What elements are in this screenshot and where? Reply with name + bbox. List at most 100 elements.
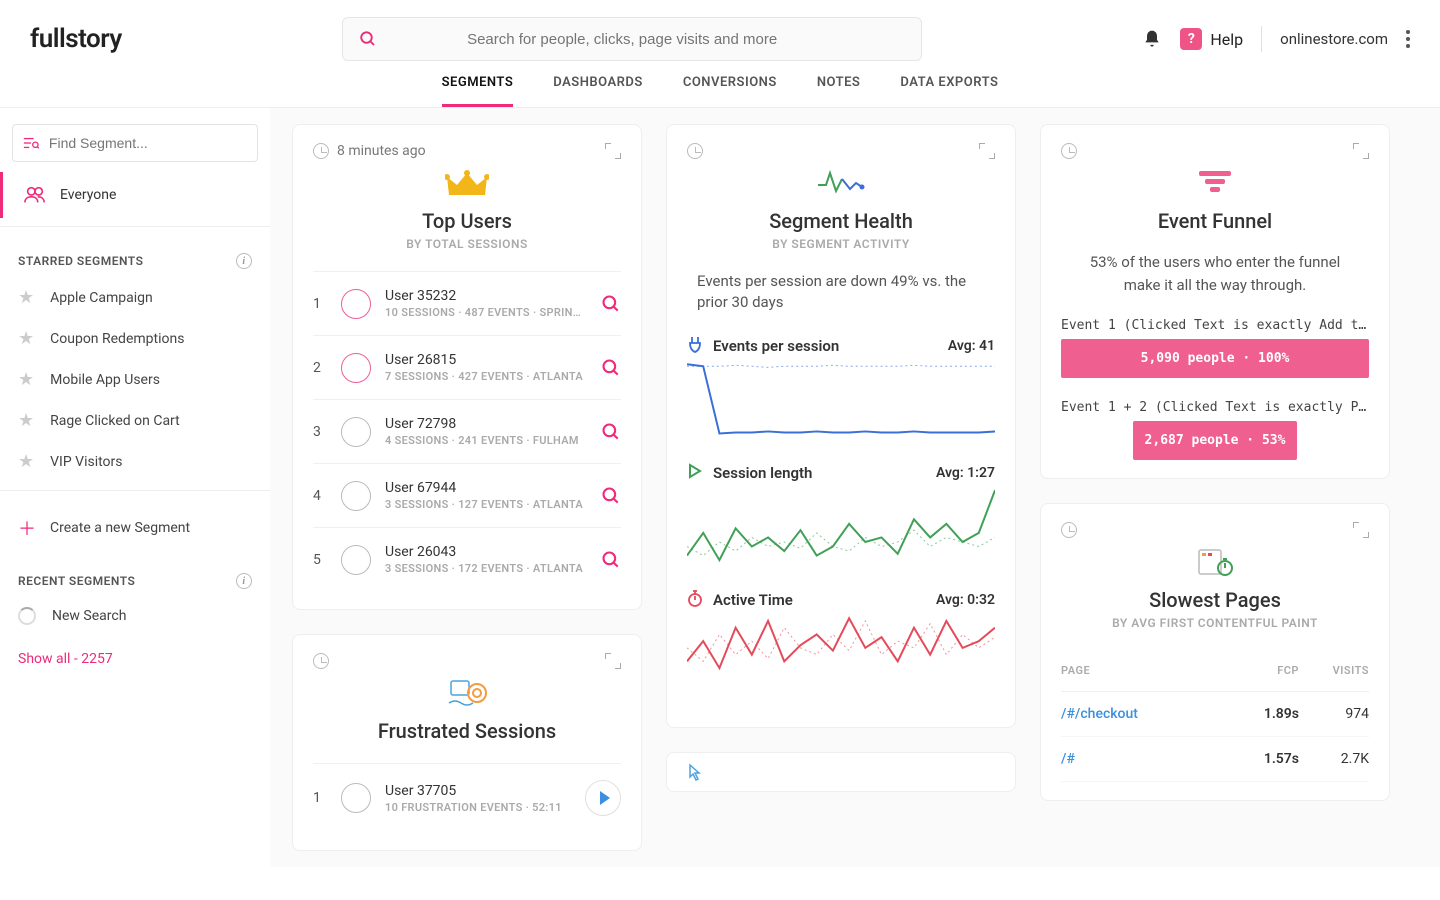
- search-icon[interactable]: [601, 550, 621, 570]
- user-row[interactable]: 1User 3523210 SESSIONS · 487 EVENTS · SP…: [313, 271, 621, 335]
- show-all-link[interactable]: Show all - 2257: [12, 635, 258, 683]
- rank: 2: [313, 360, 327, 376]
- user-row[interactable]: 2 User 26815 7 SESSIONS · 427 EVENTS · ATL…: [313, 335, 621, 399]
- find-segment-search[interactable]: [12, 124, 258, 162]
- create-segment-button[interactable]: ＋ Create a new Segment: [12, 501, 258, 555]
- metric-icon: [687, 589, 703, 611]
- rank: 5: [313, 552, 327, 568]
- search-icon: [359, 30, 377, 48]
- fcp-value: 1.57s: [1229, 751, 1299, 767]
- kebab-menu-icon[interactable]: [1406, 30, 1410, 48]
- help-icon[interactable]: ?: [1180, 28, 1202, 50]
- star-icon[interactable]: ★: [18, 451, 34, 472]
- crown-icon: [445, 169, 489, 201]
- slow-page-row[interactable]: /#/checkout1.89s974: [1061, 692, 1369, 737]
- sidebar-segment-item[interactable]: ★VIP Visitors: [12, 441, 258, 482]
- sidebar-recent-item[interactable]: New Search: [12, 597, 258, 635]
- sidebar: Everyone STARRED SEGMENTS i ★Apple Campa…: [0, 108, 270, 867]
- face-icon: [341, 417, 371, 447]
- card-title: Frustrated Sessions: [313, 719, 621, 743]
- nav-tabs: SEGMENTS DASHBOARDS CONVERSIONS NOTES DA…: [0, 64, 1440, 108]
- search-icon[interactable]: [601, 358, 621, 378]
- segment-label: Apple Campaign: [50, 290, 153, 306]
- rank: 1: [313, 296, 327, 312]
- page-link[interactable]: /#: [1061, 751, 1075, 767]
- expand-icon[interactable]: [605, 653, 621, 669]
- search-input[interactable]: [467, 31, 905, 48]
- page-timer-icon: [1195, 548, 1235, 578]
- user-meta: 10 SESSIONS · 487 EVENTS · SPRINGFIEL: [385, 306, 587, 319]
- star-icon[interactable]: ★: [18, 287, 34, 308]
- spinner-icon: [18, 607, 36, 625]
- sidebar-segment-item[interactable]: ★ Mobile App Users: [12, 359, 258, 400]
- clock-icon: [313, 653, 329, 669]
- user-meta: 10 FRUSTRATION EVENTS · 52:11: [385, 801, 571, 814]
- card-segment-health: Segment Health BY SEGMENT ACTIVITY Event…: [666, 124, 1016, 728]
- pulse-icon: [816, 169, 866, 195]
- sidebar-item-everyone[interactable]: Everyone: [0, 172, 258, 218]
- help-link[interactable]: Help: [1210, 30, 1243, 49]
- user-row[interactable]: 1User 3770510 FRUSTRATION EVENTS · 52:11: [313, 763, 621, 832]
- find-segment-input[interactable]: [49, 135, 247, 151]
- user-name: User 26815: [385, 352, 587, 368]
- tab-dashboards[interactable]: DASHBOARDS: [553, 64, 643, 107]
- funnel-step-bar[interactable]: 2,687 people · 53%: [1133, 421, 1296, 460]
- tab-conversions[interactable]: CONVERSIONS: [683, 64, 777, 107]
- user-row[interactable]: 3User 727984 SESSIONS · 241 EVENTS · FUL…: [313, 399, 621, 463]
- funnel-description: 53% of the users who enter the funnel ma…: [1061, 251, 1369, 296]
- clock-icon: [1061, 143, 1077, 159]
- funnel-step-bar[interactable]: 5,090 people · 100%: [1061, 339, 1369, 378]
- expand-icon[interactable]: [1353, 143, 1369, 159]
- search-icon[interactable]: [601, 486, 621, 506]
- tab-segments[interactable]: SEGMENTS: [442, 64, 514, 107]
- visits-value: 974: [1299, 706, 1369, 722]
- user-name: User 37705: [385, 783, 571, 799]
- clock-icon: [1061, 522, 1077, 538]
- card-title: Top Users: [313, 209, 621, 233]
- user-row[interactable]: 4User 679443 SESSIONS · 127 EVENTS · ATL…: [313, 463, 621, 527]
- user-meta: 7 SESSIONS · 427 EVENTS · ATLANTA: [385, 370, 587, 383]
- dashboard-content: 8 minutes ago Top Users BY TOTAL SESSION…: [270, 108, 1440, 867]
- tab-notes[interactable]: NOTES: [817, 64, 861, 107]
- sparkline-chart: [687, 487, 995, 577]
- card-top-users: 8 minutes ago Top Users BY TOTAL SESSION…: [292, 124, 642, 610]
- tab-data-exports[interactable]: DATA EXPORTS: [900, 64, 998, 107]
- account-domain[interactable]: onlinestore.com: [1280, 30, 1388, 48]
- face-icon: [341, 783, 371, 813]
- face-icon: [341, 353, 371, 383]
- create-segment-label: Create a new Segment: [50, 520, 190, 536]
- star-icon[interactable]: ★: [18, 410, 34, 431]
- star-icon[interactable]: ★: [18, 328, 34, 349]
- metric-name: Events per session: [713, 337, 839, 355]
- user-row[interactable]: 5User 260433 SESSIONS · 172 EVENTS · ATL…: [313, 527, 621, 591]
- search-icon[interactable]: [601, 294, 621, 314]
- card-event-funnel: Event Funnel 53% of the users who enter …: [1040, 124, 1390, 479]
- card-subtitle: BY AVG FIRST CONTENTFUL PAINT: [1061, 616, 1369, 630]
- play-button[interactable]: [585, 780, 621, 816]
- info-icon[interactable]: i: [236, 253, 252, 269]
- star-icon[interactable]: ★: [18, 369, 34, 390]
- global-search[interactable]: [342, 17, 922, 61]
- people-icon: [24, 186, 46, 204]
- search-icon[interactable]: [601, 422, 621, 442]
- bell-icon[interactable]: [1142, 29, 1162, 49]
- recent-segments-header: RECENT SEGMENTS: [18, 574, 135, 588]
- slow-page-row[interactable]: /#1.57s2.7K: [1061, 737, 1369, 782]
- logo[interactable]: fullstory: [30, 24, 122, 54]
- rank: 3: [313, 424, 327, 440]
- clock-icon: [313, 143, 329, 159]
- health-description: Events per session are down 49% vs. the …: [687, 251, 995, 327]
- user-meta: 3 SESSIONS · 172 EVENTS · ATLANTA: [385, 562, 587, 575]
- sidebar-segment-item[interactable]: ★Coupon Redemptions: [12, 318, 258, 359]
- card-frustrated-sessions: Frustrated Sessions 1User 3770510 FRUSTR…: [292, 634, 642, 851]
- expand-icon[interactable]: [979, 143, 995, 159]
- expand-icon[interactable]: [605, 143, 621, 159]
- sidebar-segment-item[interactable]: ★Rage Clicked on Cart: [12, 400, 258, 441]
- funnel-step-label: Event 1 (Clicked Text is exactly Add to …: [1061, 318, 1369, 333]
- info-icon[interactable]: i: [236, 573, 252, 589]
- expand-icon[interactable]: [1353, 522, 1369, 538]
- page-link[interactable]: /#/checkout: [1061, 706, 1138, 722]
- metric-avg: Avg: 41: [948, 338, 995, 354]
- sidebar-segment-item[interactable]: ★ Apple Campaign: [12, 277, 258, 318]
- segment-label: Mobile App Users: [50, 372, 160, 388]
